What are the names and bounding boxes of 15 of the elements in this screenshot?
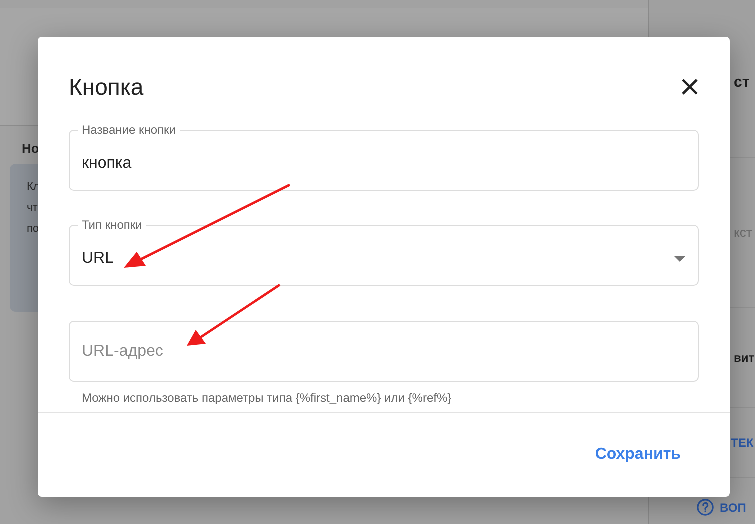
card-text: чт — [27, 201, 38, 216]
panel-text: вит — [734, 350, 755, 364]
help-icon — [697, 499, 714, 516]
text-input[interactable]: URL-адрес — [70, 322, 698, 381]
helper-text: Можно использовать параметры типа {%first_name%} или {%ref%} — [81, 390, 453, 405]
input-field[interactable]: Название кнопки кнопка — [69, 123, 699, 191]
panel-text: ст — [734, 74, 750, 91]
dialog-title: Кнопка — [69, 74, 144, 100]
dropdown-caret-icon — [674, 256, 686, 262]
save-button[interactable]: Сохранить — [595, 440, 681, 470]
field-label: Тип кнопки — [81, 218, 144, 233]
select-field[interactable]: Тип кнопки URL — [69, 218, 699, 286]
field-label: Название кнопки — [81, 123, 177, 138]
section-heading: Но — [21, 140, 40, 158]
text-input[interactable]: кнопка — [70, 138, 698, 190]
